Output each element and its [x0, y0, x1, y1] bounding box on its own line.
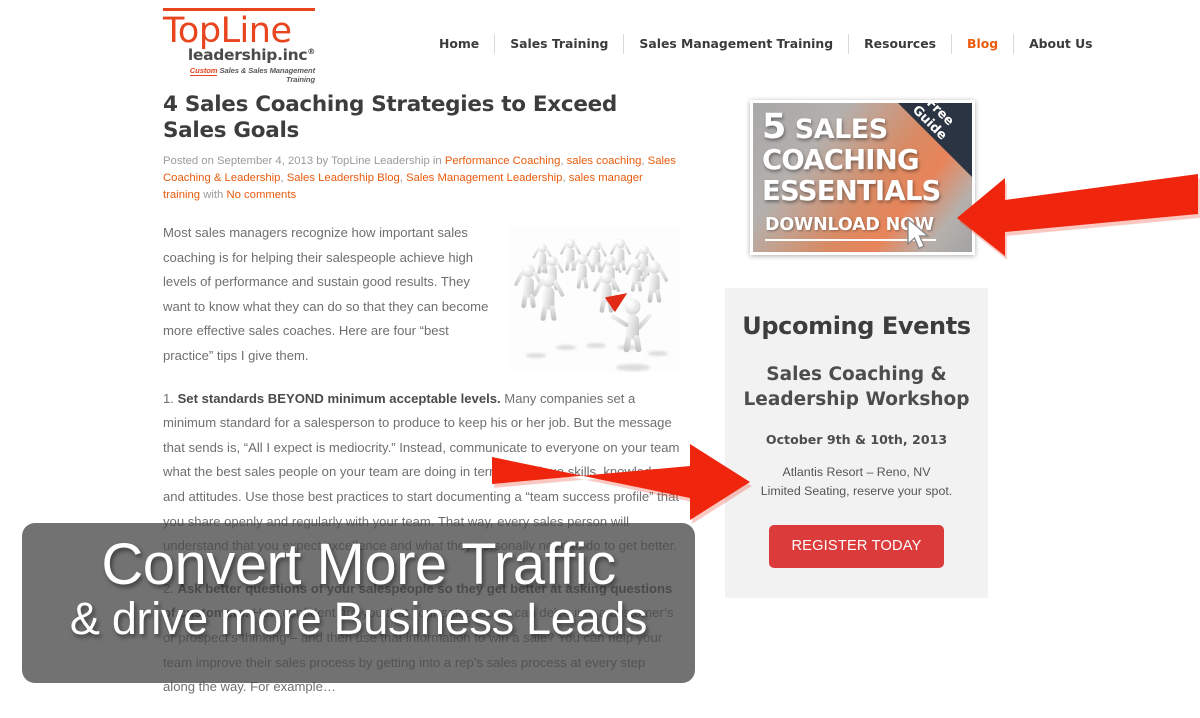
logo-wordmark: TopLine [163, 11, 292, 51]
nav-item-sales-management-training[interactable]: Sales Management Training [624, 34, 850, 54]
meta-posted-prefix: Posted on [163, 155, 218, 167]
upcoming-events-title: Upcoming Events [742, 312, 971, 340]
main-navigation: Home Sales Training Sales Management Tra… [424, 34, 1108, 54]
logo-tagline-rest: Sales & Sales Management Training [217, 66, 315, 84]
promo-line-3: ESSENTIALS [762, 175, 941, 207]
meta-comments-link[interactable]: No comments [226, 189, 296, 201]
promo-banner-sales-coaching-essentials[interactable]: 5 SALES COACHING ESSENTIALS DOWNLOAD NOW… [750, 100, 975, 255]
meta-author: TopLine Leadership [331, 155, 430, 167]
logo-top-rule: TopLine [163, 8, 315, 50]
meta-in-text: in [429, 155, 445, 167]
nav-item-blog[interactable]: Blog [952, 34, 1015, 54]
logo-tagline: Custom Sales & Sales Management Training [163, 66, 315, 84]
meta-category-sales-leadership-blog[interactable]: Sales Leadership Blog [287, 172, 400, 184]
logo-tagline-accent: Custom [189, 66, 218, 76]
promo-line-1-word: SALES [785, 114, 888, 145]
post-featured-image [508, 227, 680, 372]
promo-number: 5 [762, 107, 786, 147]
nav-item-about-us[interactable]: About Us [1014, 34, 1107, 54]
event-venue: Atlantis Resort – Reno, NV [782, 465, 931, 479]
nav-item-home[interactable]: Home [424, 34, 496, 54]
site-logo[interactable]: TopLine leadership.inc® Custom Sales & S… [163, 8, 323, 84]
upcoming-events-widget: Upcoming Events Sales Coaching & Leaders… [725, 288, 988, 598]
meta-with-text: with [200, 189, 227, 201]
meta-by-text: by [313, 155, 332, 167]
meta-category-sales-management-leadership[interactable]: Sales Management Leadership [406, 172, 562, 184]
post-meta: Posted on September 4, 2013 by TopLine L… [163, 155, 676, 201]
event-date: October 9th & 10th, 2013 [765, 432, 948, 447]
arrow-pointing-to-promo-banner [955, 156, 1200, 276]
mouse-cursor-icon [907, 218, 930, 250]
overlay-headline-line-2: & drive more Business Leads [69, 593, 648, 644]
sidebar: 5 SALES COACHING ESSENTIALS DOWNLOAD NOW… [725, 92, 988, 598]
meta-category-performance-coaching[interactable]: Performance Coaching [445, 155, 561, 167]
paragraph-2-lead: Set standards BEYOND minimum acceptable … [177, 390, 501, 406]
site-header: TopLine leadership.inc® Custom Sales & S… [0, 0, 1200, 92]
meta-category-sales-coaching[interactable]: sales coaching [567, 155, 642, 167]
register-today-button[interactable]: REGISTER TODAY [769, 525, 944, 568]
meta-date: September 4, 2013 [217, 155, 314, 167]
overlay-headline-line-1: Convert More Traffic [101, 532, 616, 597]
nav-item-sales-training[interactable]: Sales Training [495, 34, 625, 54]
paragraph-2-number: 1. [163, 390, 178, 406]
event-name: Sales Coaching & Leadership Workshop [743, 364, 970, 410]
event-seating-note: Limited Seating, reserve your spot. [760, 484, 953, 498]
event-location: Atlantis Resort – Reno, NV Limited Seati… [739, 463, 974, 501]
page-title: 4 Sales Coaching Strategies to Exceed Sa… [163, 92, 617, 143]
promotional-overlay-banner: Convert More Traffic & drive more Busine… [22, 523, 695, 683]
nav-item-resources[interactable]: Resources [849, 34, 953, 54]
